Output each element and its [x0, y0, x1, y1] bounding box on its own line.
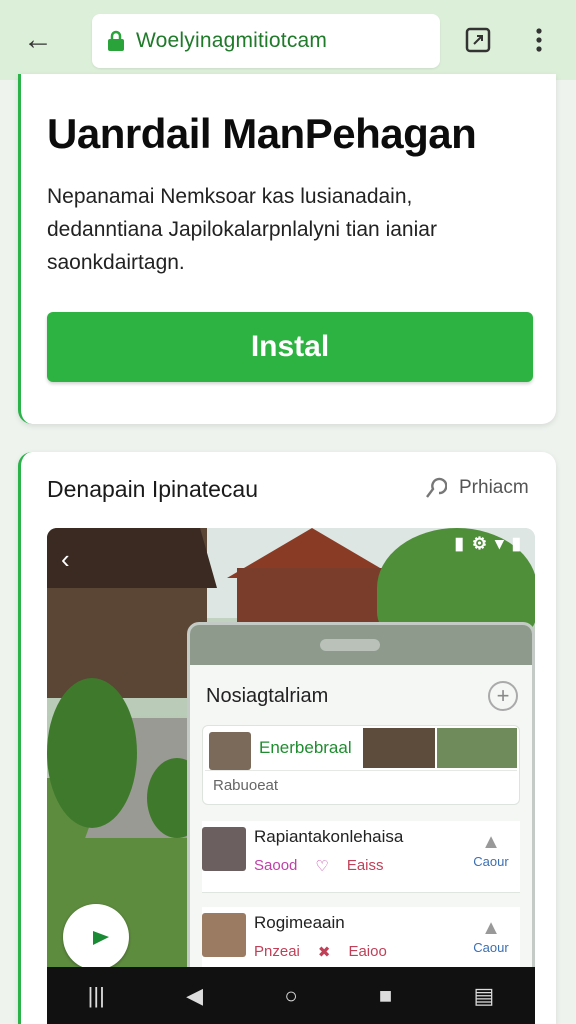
phone-header: Nosiagtalriam	[206, 685, 329, 707]
featured-image	[363, 728, 435, 768]
phone-status-bar	[190, 625, 532, 665]
bell-icon: ▲	[481, 917, 501, 939]
more-options-icon[interactable]	[524, 24, 554, 56]
list-right-label: Caour	[473, 854, 509, 869]
lock-icon	[108, 30, 124, 51]
add-icon: +	[488, 681, 518, 711]
screenshot-back-icon: ‹	[61, 544, 70, 574]
nav-back-icon[interactable]: ◀	[186, 983, 203, 1009]
featured-label: Enerbebraal	[259, 738, 352, 757]
section-title: Denapain Ipinatecau	[47, 476, 258, 502]
list-title: Rapiantakonlehaisa	[254, 827, 404, 846]
featured-image	[437, 728, 517, 768]
list-actions: Saood ♡ Eaiss	[254, 857, 384, 875]
featured-thumbnail	[209, 732, 251, 770]
category-label: Eaiss	[346, 857, 384, 874]
scene-roof-left	[47, 528, 217, 588]
app-description: Nepanamai Nemksoar kas lusianadain, deda…	[47, 185, 437, 274]
browser-toolbar: ← Woelyinagmitiotcam	[0, 0, 576, 80]
list-right: ▲ Caour	[466, 917, 516, 955]
install-button[interactable]: Instal	[47, 312, 533, 382]
address-bar[interactable]: Woelyinagmitiotcam	[92, 14, 440, 68]
search-icon	[426, 477, 447, 498]
list-actions: Pnzeai ✖ Eaioo	[254, 943, 387, 961]
tabs-icon[interactable]	[462, 24, 494, 56]
list-thumbnail	[202, 827, 246, 871]
system-nav-bar: ||| ◀ ○ ■ ▤	[47, 967, 535, 1024]
save-label: Pnzeai	[254, 943, 300, 960]
battery-icon: ▮	[454, 534, 464, 553]
featured-card: Enerbebraal Rabuoeat	[202, 725, 520, 805]
url-text: Woelyinagmitiotcam	[136, 29, 328, 52]
signal-icon: ▮	[511, 534, 521, 553]
bell-icon: ▲	[481, 831, 501, 853]
back-icon[interactable]: ←	[18, 22, 58, 58]
status-icons: ▮ ⚙ ▾ ▮	[454, 534, 521, 554]
phone-pill	[320, 639, 380, 651]
preview-link[interactable]: Prhiacm	[421, 472, 529, 504]
cross-icon: ✖	[317, 944, 331, 961]
share-fab[interactable]	[63, 904, 129, 970]
list-right: ▲ Caour	[466, 831, 516, 869]
save-label: Saood	[254, 857, 298, 874]
phone-mockup: Nosiagtalriam + Enerbebraal Rabuoeat Rap…	[187, 622, 535, 982]
overview-icon[interactable]: ■	[379, 983, 392, 1009]
list-thumbnail	[202, 913, 246, 957]
home-icon[interactable]: ○	[284, 983, 297, 1009]
category-label: Eaioo	[348, 943, 387, 960]
screenshot-icon[interactable]: ▤	[474, 983, 495, 1009]
scene-bush	[47, 678, 137, 828]
recents-icon[interactable]: |||	[88, 983, 105, 1009]
settings-icon: ⚙	[471, 534, 488, 553]
featured-subtitle: Rabuoeat	[205, 770, 517, 802]
app-title: Uanrdail ManPehagan	[47, 110, 477, 157]
share-icon	[81, 931, 109, 945]
app-info-card: Uanrdail ManPehagan Nepanamai Nemksoar k…	[18, 74, 556, 424]
list-item: Rapiantakonlehaisa Saood ♡ Eaiss ▲ Caour	[202, 821, 520, 893]
list-title: Rogimeaain	[254, 913, 345, 932]
list-right-label: Caour	[473, 940, 509, 955]
tooth-icon: ♡	[315, 858, 329, 875]
screenshots-card: Denapain Ipinatecau Prhiacm ‹ ▮ ⚙ ▾ ▮ No…	[18, 452, 556, 1024]
wifi-icon: ▾	[495, 534, 504, 553]
app-screenshot[interactable]: ‹ ▮ ⚙ ▾ ▮ Nosiagtalriam + Enerbebraal Ra…	[47, 528, 535, 1024]
preview-label: Prhiacm	[459, 477, 529, 498]
